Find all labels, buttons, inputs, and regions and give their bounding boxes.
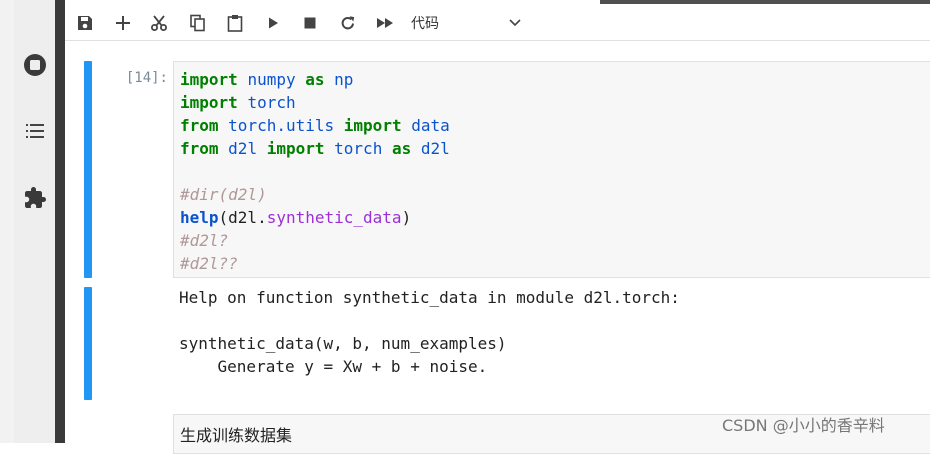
stop-circle-icon[interactable] [22,52,48,78]
left-margin [0,0,14,443]
cut-icon[interactable] [147,11,171,35]
output-line-4: Generate y = Xw + b + noise. [179,357,488,376]
cell-selection-bar[interactable] [84,61,92,278]
fast-forward-icon[interactable] [373,11,397,35]
active-tab-indicator [600,0,930,4]
code-line-1: import numpy as np [180,70,354,89]
stop-icon[interactable] [298,11,322,35]
output-line-1: Help on function synthetic_data in modul… [179,288,680,307]
save-icon[interactable] [73,11,97,35]
code-line-4: from d2l import torch as d2l [180,139,450,158]
output-selection-bar[interactable] [84,287,92,400]
code-line-9: #d2l?? [180,254,238,273]
add-cell-icon[interactable] [111,11,135,35]
code-line-7: help(d2l.synthetic_data) [180,208,412,227]
code-line-3: from torch.utils import data [180,116,450,135]
puzzle-icon[interactable] [22,185,48,211]
cell-type-select[interactable]: 代码 [411,10,521,36]
code-content: import numpy as np import torch from tor… [180,68,450,275]
markdown-text: 生成训练数据集 [180,426,293,445]
cell-type-label: 代码 [411,16,439,32]
copy-icon[interactable] [186,11,210,35]
restart-icon[interactable] [336,11,360,35]
panel-divider [55,0,65,443]
cell-output: Help on function synthetic_data in modul… [179,286,680,378]
run-icon[interactable] [261,11,285,35]
output-line-3: synthetic_data(w, b, num_examples) [179,334,507,353]
left-sidebar [14,0,56,443]
notebook-toolbar: 代码 [65,5,930,41]
execution-prompt: [14]: [125,70,168,86]
code-input-area[interactable]: import numpy as np import torch from tor… [173,61,930,278]
list-icon[interactable] [22,118,48,144]
chevron-down-icon [509,15,521,31]
code-line-6: #dir(d2l) [180,185,267,204]
kw-import-1: import [180,70,238,89]
code-line-2: import torch [180,93,296,112]
paste-icon[interactable] [223,11,247,35]
watermark: CSDN @小小的香辛料 [722,416,885,435]
code-line-8: #d2l? [180,231,229,250]
